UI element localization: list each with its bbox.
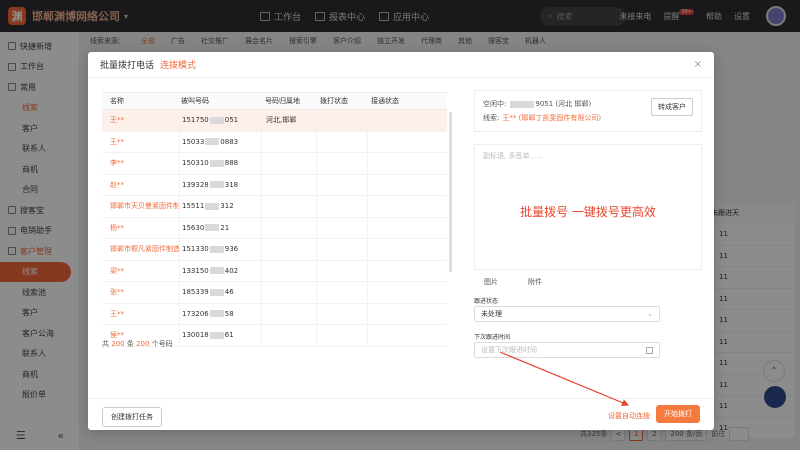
lead-label: 线索: xyxy=(483,114,500,122)
masked-digits xyxy=(209,116,224,124)
masked-digits xyxy=(209,267,224,275)
table-row[interactable]: 梁** 133150 402 xyxy=(102,260,447,282)
masked-digits xyxy=(205,202,220,210)
masked-digits xyxy=(205,224,220,232)
batch-call-dialog: 批量拨打电话 连拨模式 × 名称 被叫号码 号码归属地 拨打状态 接通状态 王*… xyxy=(88,52,714,430)
table-row[interactable]: 赵** 139328 318 xyxy=(102,174,447,196)
start-dialing-button[interactable]: 开始拨打 xyxy=(656,405,700,423)
col-location: 号码归属地 xyxy=(265,97,300,105)
masked-digits xyxy=(209,245,224,253)
table-row[interactable]: 王** 15033 0883 xyxy=(102,131,447,153)
col-dial-status: 拨打状态 xyxy=(320,97,348,105)
create-call-task-button[interactable]: 创建拨打任务 xyxy=(102,407,162,427)
masked-digits xyxy=(209,159,224,167)
table-row[interactable]: 杨** 15630 21 xyxy=(102,217,447,239)
add-image-button[interactable]: 图片 xyxy=(484,277,498,287)
calendar-icon xyxy=(646,346,653,354)
dialog-footer: 创建拨打任务 设置自动连拨 开始拨打 xyxy=(88,398,714,430)
table-scrollbar[interactable] xyxy=(449,112,452,272)
next-followup-date-input[interactable]: 设置下次跟进时间 xyxy=(474,342,660,358)
close-icon[interactable]: × xyxy=(694,59,702,70)
col-phone: 被叫号码 xyxy=(181,97,209,105)
table-row[interactable]: 李** 150310 888 xyxy=(102,153,447,175)
table-row[interactable]: 张** 185339 46 xyxy=(102,282,447,304)
lead-name-link[interactable]: 王** (邯郸丁凯斐固件有限公司) xyxy=(502,113,601,123)
call-list-table: 名称 被叫号码 号码归属地 拨打状态 接通状态 王** 151750 051 河北… xyxy=(102,92,447,347)
masked-digits xyxy=(205,138,220,146)
dialog-title: 批量拨打电话 xyxy=(100,61,155,71)
call-number: 9051 (河北 邯郸) xyxy=(535,100,592,108)
table-row[interactable]: 王** 173206 58 xyxy=(102,303,447,325)
call-status-label: 空闲中: xyxy=(483,100,507,108)
table-header: 名称 被叫号码 号码归属地 拨打状态 接通状态 xyxy=(102,93,447,110)
followup-note-textarea[interactable]: 副标语, 多签单...... 批量拨号 一键拨号更高效 xyxy=(474,144,702,270)
masked-digits xyxy=(209,310,224,318)
table-row[interactable]: 邯郸市天贝曼紧固件制 15511 312 xyxy=(102,196,447,218)
current-call-info: 空闲中: 9051 (河北 邯郸) 线索: 王** (邯郸丁凯斐固件有限公司) … xyxy=(474,90,702,132)
convert-to-customer-button[interactable]: 转成客户 xyxy=(651,98,693,116)
chevron-down-icon: ⌄ xyxy=(647,310,653,318)
masked-digits xyxy=(209,331,224,339)
table-row[interactable]: 邯郸市颢凡紧固件制造 151330 936 xyxy=(102,239,447,261)
next-followup-label: 下次跟进时间 xyxy=(474,334,511,341)
promo-text: 批量拨号 一键拨号更高效 xyxy=(520,205,656,219)
masked-digits xyxy=(510,100,535,108)
dialog-mode: 连拨模式 xyxy=(160,61,197,71)
col-name: 名称 xyxy=(110,97,124,105)
dialog-header: 批量拨打电话 连拨模式 xyxy=(88,52,714,78)
masked-digits xyxy=(209,288,224,296)
total-count: 共 200 条 200 个号码 xyxy=(102,340,173,348)
note-placeholder: 副标语, 多签单...... xyxy=(483,152,543,160)
masked-digits xyxy=(209,181,224,189)
followup-status-label: 跟进状态 xyxy=(474,298,499,305)
attachment-row: 图片 附件 xyxy=(484,277,542,287)
followup-status-select[interactable]: 未处理 ⌄ xyxy=(474,306,660,322)
table-row[interactable]: 王** 151750 051 河北,邯郸 xyxy=(102,110,447,132)
add-file-button[interactable]: 附件 xyxy=(528,277,542,287)
col-connect-status: 接通状态 xyxy=(371,97,399,105)
auto-dial-settings-link[interactable]: 设置自动连拨 xyxy=(608,411,650,421)
